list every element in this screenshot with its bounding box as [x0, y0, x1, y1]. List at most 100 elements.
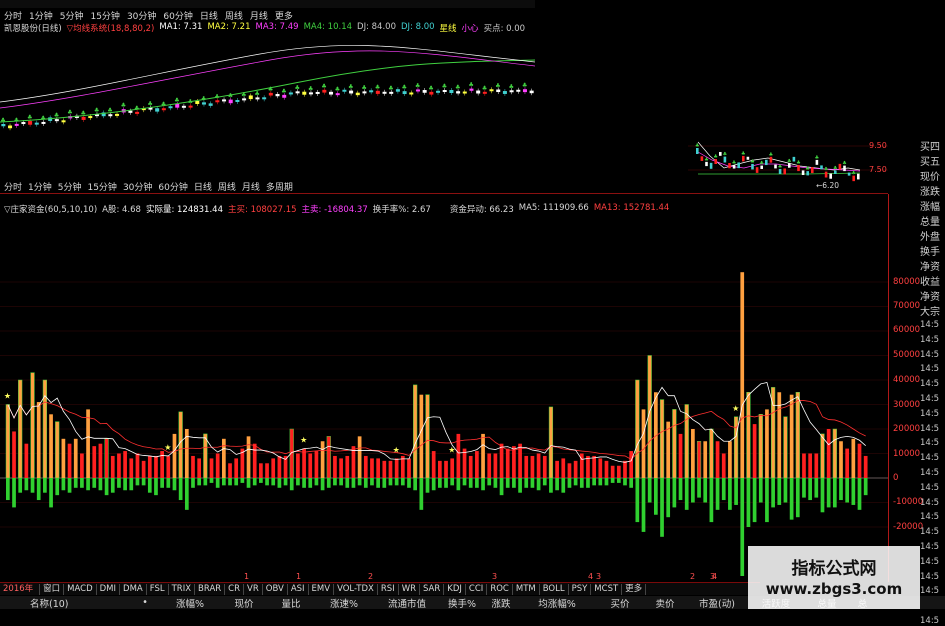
- tab-11[interactable]: ASI: [288, 583, 309, 595]
- tab-15[interactable]: WR: [399, 583, 420, 595]
- tab-4[interactable]: DMA: [120, 583, 147, 595]
- tab-14[interactable]: RSI: [378, 583, 399, 595]
- period2-6[interactable]: 日线: [194, 180, 212, 193]
- positive-bar: [203, 433, 208, 479]
- tab-5[interactable]: FSL: [147, 583, 169, 595]
- indicator-title[interactable]: ▽庄家资金(60,5,10,10): [4, 203, 97, 215]
- mini-candle: [719, 151, 722, 156]
- tab-10[interactable]: OBV: [263, 583, 288, 595]
- negative-bar: [438, 478, 442, 488]
- column-header-6[interactable]: 流通市值: [374, 596, 440, 610]
- period-3[interactable]: 15分钟: [90, 9, 119, 22]
- period-8[interactable]: 月线: [250, 9, 268, 22]
- column-header-10[interactable]: 买价: [596, 596, 644, 610]
- tab-8[interactable]: CR: [225, 583, 245, 595]
- negative-bar: [413, 478, 418, 491]
- negative-bar: [160, 478, 164, 488]
- positive-bar: [666, 421, 671, 478]
- period2-1[interactable]: 1分钟: [28, 180, 52, 193]
- period2-5[interactable]: 60分钟: [158, 180, 187, 193]
- tick-time: 14:5: [920, 512, 940, 523]
- tree-signal-icon: ♣: [67, 109, 72, 116]
- negative-bar: [518, 478, 522, 493]
- quote-field-label: 总量: [920, 217, 940, 228]
- tab-20[interactable]: MTM: [513, 583, 540, 595]
- negative-bar: [728, 478, 732, 510]
- tab-23[interactable]: MCST: [591, 583, 623, 595]
- tab-21[interactable]: BOLL: [540, 583, 569, 595]
- tab-12[interactable]: EMV: [309, 583, 335, 595]
- main-sell: 主卖: -16804.37: [301, 205, 368, 215]
- negative-bar: [863, 478, 868, 496]
- column-header-7[interactable]: 换手%: [440, 596, 484, 610]
- column-header-11[interactable]: 卖价: [644, 596, 686, 610]
- period-7[interactable]: 周线: [225, 9, 243, 22]
- tab-16[interactable]: SAR: [420, 583, 445, 595]
- tab-2[interactable]: MACD: [64, 583, 97, 595]
- column-header-9[interactable]: 均涨幅%: [518, 596, 596, 610]
- tab-6[interactable]: TRIX: [169, 583, 196, 595]
- tab-7[interactable]: BRAR: [195, 583, 226, 595]
- positive-bar: [851, 438, 856, 478]
- period-1[interactable]: 1分钟: [29, 9, 53, 22]
- period2-0[interactable]: 分时: [4, 180, 22, 193]
- period2-2[interactable]: 5分钟: [58, 180, 82, 193]
- column-header-8[interactable]: 涨跌: [484, 596, 518, 610]
- tab-22[interactable]: PSY: [569, 583, 592, 595]
- tree-signal-icon: ♣: [147, 101, 152, 108]
- fund-flow-bar-chart[interactable]: ★ ★ ★ ★ ★ ★: [0, 214, 888, 576]
- column-header-1[interactable]: •: [130, 597, 160, 608]
- negative-bar: [820, 478, 825, 513]
- column-header-4[interactable]: 量比: [268, 596, 314, 610]
- negative-bar: [240, 478, 245, 483]
- tick-time: 14:5: [920, 364, 940, 375]
- period2-9[interactable]: 多周期: [266, 180, 293, 193]
- column-header-2[interactable]: 涨幅%: [160, 596, 220, 610]
- tree-signal-icon: ♣: [0, 117, 5, 124]
- positive-bar: [191, 455, 195, 478]
- negative-bar: [691, 478, 695, 503]
- positive-bar: [814, 453, 819, 478]
- period-6[interactable]: 日线: [200, 9, 218, 22]
- negative-bar: [808, 478, 812, 501]
- negative-bar: [567, 478, 572, 488]
- positive-bar: [431, 451, 436, 478]
- tab-17[interactable]: KDJ: [444, 583, 466, 595]
- tab-13[interactable]: VOL-TDX: [334, 583, 378, 595]
- column-header-3[interactable]: 现价: [220, 596, 268, 610]
- positive-bar: [629, 451, 634, 478]
- mini-price-chart[interactable]: ♣ ♣ ♣ ♣ ♣ ♣ ♣ ♣ ♣ ♣ ♣ ♣ ♣ ♣ ♣ ♣ ♣ ♣ 9.50 7.50 ←6.20: [688, 138, 888, 193]
- period-9[interactable]: 更多: [275, 9, 293, 22]
- positive-bar: [382, 460, 387, 478]
- period2-4[interactable]: 30分钟: [123, 180, 152, 193]
- tab-3[interactable]: DMI: [97, 583, 121, 595]
- tab-9[interactable]: VR: [244, 583, 263, 595]
- tab-18[interactable]: CCI: [466, 583, 488, 595]
- negative-bar: [80, 478, 84, 488]
- tab-24[interactable]: 更多: [622, 583, 647, 595]
- column-header-12[interactable]: 市盈(动): [686, 596, 748, 610]
- positive-bar: [259, 463, 263, 478]
- period2-8[interactable]: 月线: [242, 180, 260, 193]
- period2-3[interactable]: 15分钟: [87, 180, 116, 193]
- period-2[interactable]: 5分钟: [60, 9, 84, 22]
- column-header-5[interactable]: 涨速%: [314, 596, 374, 610]
- right-axis: [888, 194, 889, 582]
- negative-bar: [666, 478, 671, 518]
- period-0[interactable]: 分时: [4, 9, 22, 22]
- panel-divider: [0, 193, 888, 194]
- negative-bar: [592, 478, 596, 486]
- period-5[interactable]: 60分钟: [163, 9, 192, 22]
- negative-bar: [135, 478, 140, 486]
- positive-bar: [857, 443, 862, 478]
- tab-1[interactable]: 窗口: [40, 583, 65, 595]
- positive-bar: [49, 414, 53, 478]
- positive-bar: [36, 402, 41, 478]
- tab-0[interactable]: 2016年: [0, 583, 41, 595]
- column-header-0[interactable]: 名称(10): [0, 596, 130, 610]
- main-candlestick-chart[interactable]: ♣ ♣ ♣ ♣ ♣ ♣ ♣ ♣ ♣♣ ♣♣ ♣♣ ♣ ♣ ♣ ♣ ♣ ♣♣ ♣♣ ♣ ♣ ♣ ♣ ♣ ♣ ♣ ♣ ♣ ♣ ♣ ♣ ♣ ♣ ♣ ♣ ♣: [0, 32, 535, 152]
- tab-19[interactable]: ROC: [487, 583, 513, 595]
- period-4[interactable]: 30分钟: [127, 9, 156, 22]
- period2-7[interactable]: 周线: [218, 180, 236, 193]
- negative-bar: [141, 478, 146, 486]
